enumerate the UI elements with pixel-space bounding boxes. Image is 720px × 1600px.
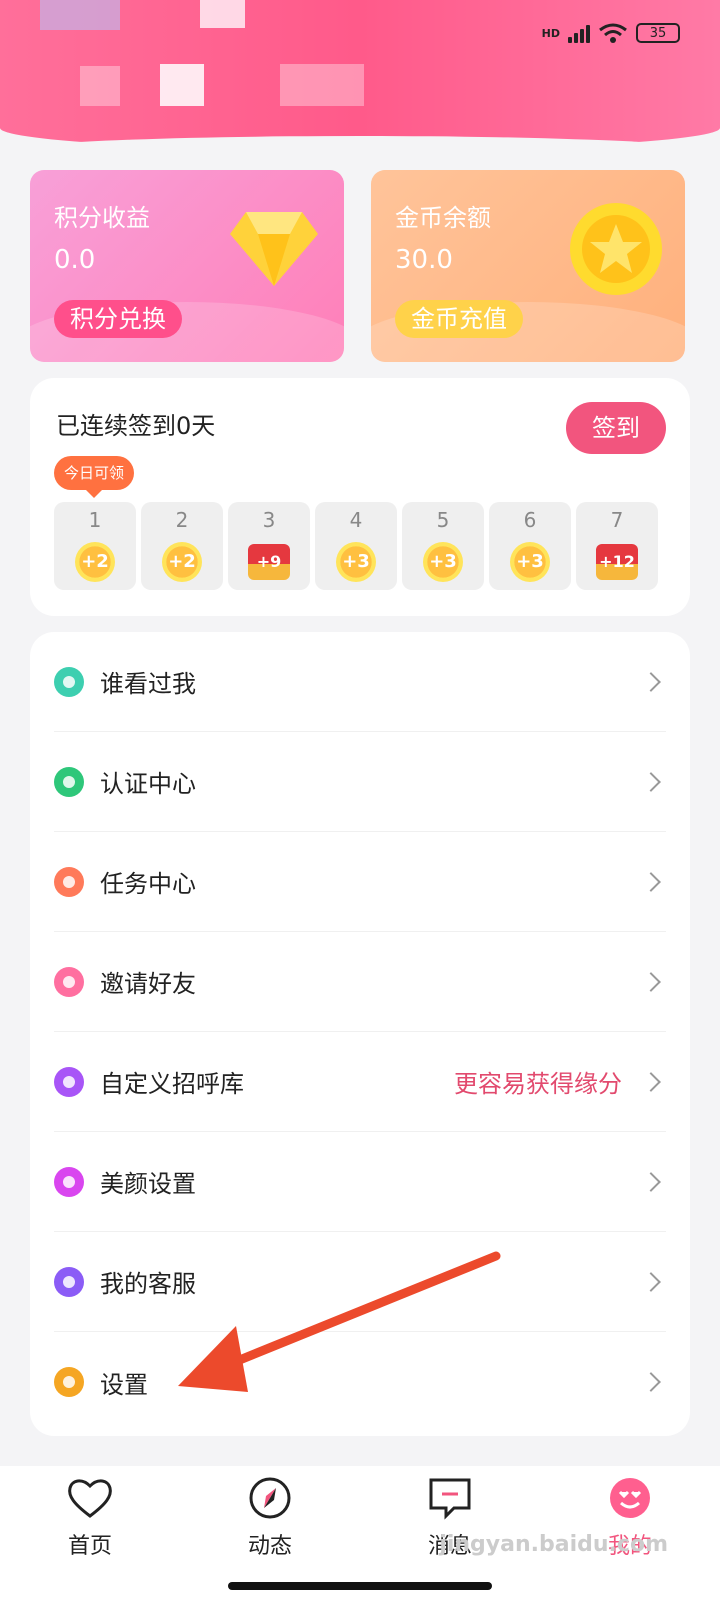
points-value: 0.0: [54, 245, 96, 275]
coin-icon: +2: [162, 542, 202, 582]
signin-day[interactable]: 6 +3: [489, 502, 571, 590]
gold-value: 30.0: [395, 245, 453, 275]
menu-item-label: 任务中心: [100, 870, 196, 898]
day-number: 3: [262, 508, 276, 532]
chevron-right-icon: [641, 971, 661, 992]
battery-icon: 35: [636, 23, 680, 43]
smile-icon: [54, 1166, 84, 1197]
treasure-chest-icon: +12: [596, 544, 638, 580]
status-bar: HD 35: [542, 22, 680, 44]
menu-item-hint: 更容易获得缘分: [454, 1070, 622, 1098]
menu-item[interactable]: 谁看过我: [54, 632, 666, 732]
heart-icon: [30, 1476, 150, 1524]
coin-icon: +3: [510, 542, 550, 582]
menu-item[interactable]: 认证中心: [54, 732, 666, 832]
chevron-right-icon: [641, 1372, 661, 1392]
menu-item[interactable]: 美颜设置: [54, 1132, 666, 1232]
diamond-icon: [230, 212, 318, 286]
signin-day[interactable]: 5 +3: [402, 502, 484, 590]
menu-item-label: 自定义招呼库: [100, 1070, 244, 1098]
menu-item[interactable]: 任务中心: [54, 832, 666, 932]
gold-coin-icon: [570, 203, 662, 295]
chevron-right-icon: [641, 671, 661, 692]
day-number: 7: [610, 508, 624, 532]
day-number: 5: [436, 508, 450, 532]
menu-item-label: 邀请好友: [100, 970, 196, 998]
day-number: 4: [349, 508, 363, 532]
network-type: HD: [541, 26, 560, 40]
signin-day[interactable]: 7 +12: [576, 502, 658, 590]
signin-day[interactable]: 3 +9: [228, 502, 310, 590]
signin-days: 1 +2 2 +2 3 +9 4 +3 5 +3 6 +3 7 +12: [54, 502, 658, 590]
settings-menu: 谁看过我认证中心任务中心邀请好友自定义招呼库 更容易获得缘分美颜设置我的客服设置: [30, 632, 690, 1436]
nav-item[interactable]: 首页: [30, 1476, 150, 1560]
profile-header: HD 35: [0, 0, 720, 152]
day-number: 1: [88, 508, 102, 532]
emoji-face-icon: [570, 1476, 690, 1524]
points-title: 积分收益: [54, 204, 150, 232]
signin-button[interactable]: 签到: [566, 402, 666, 454]
menu-item-label: 谁看过我: [100, 670, 196, 698]
day-number: 6: [523, 508, 537, 532]
nav-item-label: 首页: [67, 1534, 112, 1559]
signin-day[interactable]: 1 +2: [54, 502, 136, 590]
envelope-icon: [54, 966, 84, 997]
chevron-right-icon: [641, 1171, 661, 1192]
signin-day[interactable]: 4 +3: [315, 502, 397, 590]
headset-icon: [54, 1266, 84, 1297]
signal-icon: [568, 23, 590, 43]
heart-chat-icon: [54, 1066, 84, 1097]
menu-item[interactable]: 我的客服: [54, 1232, 666, 1332]
home-indicator[interactable]: [228, 1582, 492, 1590]
gold-title: 金币余额: [395, 204, 491, 232]
signin-day[interactable]: 2 +2: [141, 502, 223, 590]
coin-icon: +3: [423, 542, 463, 582]
signin-panel: 已连续签到0天 签到 今日可领 1 +2 2 +2 3 +9 4 +3 5 +3 6 +3 7 +12: [30, 378, 690, 616]
day-number: 2: [175, 508, 189, 532]
wifi-icon: [599, 23, 627, 43]
chevron-right-icon: [641, 1271, 661, 1292]
message-icon: [390, 1476, 510, 1524]
menu-item-label: 设置: [100, 1370, 148, 1399]
menu-item[interactable]: 设置: [54, 1332, 666, 1432]
gold-card[interactable]: 金币余额 30.0 金币充值: [371, 170, 685, 362]
watermark: jingyan.baidu.com: [439, 1532, 668, 1557]
nav-item[interactable]: 动态: [210, 1476, 330, 1560]
chevron-right-icon: [641, 871, 661, 892]
gold-recharge-button[interactable]: 金币充值: [395, 300, 523, 338]
shield-check-icon: [54, 766, 84, 797]
chevron-right-icon: [641, 771, 661, 792]
points-card[interactable]: 积分收益 0.0 积分兑换: [30, 170, 344, 362]
compass-icon: [210, 1476, 330, 1524]
signin-streak-text: 已连续签到0天: [56, 412, 216, 440]
diamond-task-icon: [54, 866, 84, 897]
nav-item-label: 动态: [247, 1534, 292, 1559]
coin-icon: +3: [336, 542, 376, 582]
chevron-right-icon: [641, 1071, 661, 1092]
hexagon-gear-icon: [54, 1367, 84, 1397]
menu-item-label: 认证中心: [100, 770, 196, 798]
eye-icon: [54, 666, 84, 697]
treasure-chest-icon: +9: [248, 544, 290, 580]
coin-icon: +2: [75, 542, 115, 582]
menu-item[interactable]: 自定义招呼库 更容易获得缘分: [54, 1032, 666, 1132]
points-exchange-button[interactable]: 积分兑换: [54, 300, 182, 338]
menu-item[interactable]: 邀请好友: [54, 932, 666, 1032]
today-claimable-tip: 今日可领: [54, 456, 135, 498]
menu-item-label: 我的客服: [100, 1270, 196, 1298]
menu-item-label: 美颜设置: [100, 1170, 196, 1198]
